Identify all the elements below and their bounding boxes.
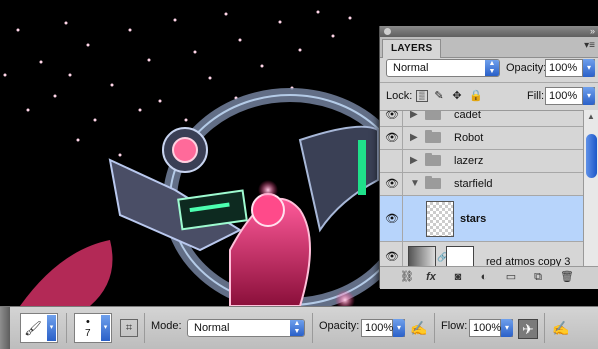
layers-list: 👁 ▶ cadet 👁 ▶ Robot ▶ lazerz 👁 ▼ starfie… <box>380 110 583 281</box>
chevron-down-icon: ▾ <box>501 319 513 337</box>
chevron-down-icon: ▾ <box>47 315 56 341</box>
layers-panel-footer: ⛓ fx ◙ ◐ ▭ ⧉ 🗑 <box>380 266 598 289</box>
eye-icon: 👁 <box>385 213 399 225</box>
layers-panel: » LAYERS ▾≡ Normal ▲ ▼ Opacity: 100% ▾ Lo… <box>379 26 598 289</box>
visibility-toggle[interactable]: 👁 <box>380 173 403 195</box>
fill-label: Fill: <box>527 90 545 102</box>
mask-icon[interactable]: ◙ <box>452 271 464 283</box>
lock-brush-icon[interactable]: ✎ <box>433 90 445 102</box>
fill-input[interactable]: 100% <box>545 87 583 105</box>
visibility-toggle[interactable]: 👁 <box>380 110 403 126</box>
flow-label: Flow: <box>441 320 468 332</box>
chevron-down-icon: ▾ <box>393 319 405 337</box>
scroll-up-icon[interactable]: ▲ <box>587 112 595 121</box>
lock-transparent-icon[interactable]: ▒ <box>416 90 428 102</box>
divider <box>312 313 313 343</box>
pressure-size-icon[interactable]: ✍ <box>552 319 570 337</box>
expand-triangle-icon[interactable]: ▶ <box>410 132 418 143</box>
layer-row-lazerz[interactable]: ▶ lazerz <box>380 150 583 173</box>
lock-all-icon[interactable]: 🔒 <box>469 90 483 102</box>
chevron-down-icon: ▾ <box>583 59 595 77</box>
layer-row-robot[interactable]: 👁 ▶ Robot <box>380 127 583 150</box>
new-layer-icon[interactable]: ⧉ <box>532 271 544 283</box>
tab-layers[interactable]: LAYERS <box>382 39 442 58</box>
chevron-updown-icon: ▲ ▼ <box>485 60 499 76</box>
brush-panel-toggle-icon[interactable]: ⌗ <box>120 319 138 337</box>
layer-name: starfield <box>454 178 493 190</box>
panel-menu-icon[interactable]: ▾≡ <box>584 40 595 51</box>
opacity-dropdown[interactable]: ▾ <box>393 319 405 337</box>
divider <box>434 313 435 343</box>
layer-row-stars[interactable]: 👁 stars <box>380 196 583 242</box>
mode-select[interactable]: Normal ▲ ▼ <box>187 319 305 337</box>
folder-icon[interactable]: ▭ <box>505 271 517 283</box>
options-bar-grip[interactable] <box>0 307 10 349</box>
divider <box>544 313 545 343</box>
scroll-thumb[interactable] <box>586 134 597 178</box>
close-icon[interactable] <box>384 28 391 35</box>
visibility-toggle[interactable]: 👁 <box>380 196 403 242</box>
adjustment-icon[interactable]: ◐ <box>478 271 490 283</box>
lock-label: Lock: <box>386 90 413 102</box>
brush-preset-picker[interactable]: • 7 ▾ <box>74 313 112 343</box>
folder-icon <box>425 130 441 143</box>
tool-preset-picker[interactable]: 🖌 ▾ <box>20 313 58 343</box>
flow-dropdown[interactable]: ▾ <box>501 319 513 337</box>
opacity-input[interactable]: 100% <box>545 59 583 77</box>
expand-triangle-icon[interactable]: ▶ <box>410 111 418 120</box>
divider <box>380 82 598 83</box>
layer-thumbnail[interactable] <box>426 201 454 237</box>
layer-row-cadet[interactable]: 👁 ▶ cadet <box>380 110 583 127</box>
opacity-label: Opacity: <box>319 320 360 332</box>
eye-icon: 👁 <box>385 251 399 263</box>
collapse-triangle-icon[interactable]: ▼ <box>410 178 420 189</box>
divider <box>66 313 67 343</box>
layers-scrollbar[interactable]: ▲ <box>583 110 598 280</box>
visibility-toggle[interactable] <box>380 150 403 172</box>
folder-icon <box>425 153 441 166</box>
tool-options-bar: 🖌 ▾ • 7 ▾ ⌗ Mode: Normal ▲ ▼ Opacity: 100… <box>0 306 598 349</box>
chevron-down-icon: ▾ <box>583 87 595 105</box>
chevron-down-icon: ▾ <box>101 315 110 341</box>
brush-icon: 🖌 <box>24 320 42 336</box>
opacity-input[interactable]: 100% <box>361 319 393 337</box>
brush-tip-icon: • <box>86 316 90 328</box>
chevron-updown-icon: ▲ ▼ <box>290 320 304 336</box>
panel-tabbar: LAYERS ▾≡ <box>380 37 598 58</box>
link-icon[interactable]: ⛓ <box>400 271 414 283</box>
opacity-label: Opacity: <box>506 62 547 74</box>
lock-move-icon[interactable]: ✥ <box>451 90 463 102</box>
panel-titlebar[interactable]: » <box>380 26 598 37</box>
fx-icon[interactable]: fx <box>425 271 437 283</box>
brush-size-value: 7 <box>85 328 91 339</box>
airbrush-icon[interactable]: ✈ <box>518 319 538 339</box>
visibility-toggle[interactable]: 👁 <box>380 127 403 149</box>
layer-name: lazerz <box>454 155 484 167</box>
expand-triangle-icon[interactable]: ▶ <box>410 155 418 166</box>
mode-value: Normal <box>194 322 230 334</box>
trash-icon[interactable]: 🗑 <box>560 271 574 283</box>
blend-mode-value: Normal <box>393 62 429 74</box>
blend-mode-select[interactable]: Normal ▲ ▼ <box>386 59 500 77</box>
mode-label: Mode: <box>151 320 182 332</box>
folder-icon <box>425 176 441 189</box>
layer-name: stars <box>460 213 487 225</box>
layer-name: Robot <box>454 132 484 144</box>
opacity-dropdown[interactable]: ▾ <box>583 59 595 77</box>
folder-icon <box>425 111 441 120</box>
flow-input[interactable]: 100% <box>469 319 501 337</box>
eye-icon: 👁 <box>385 178 399 190</box>
collapse-icon[interactable]: » <box>590 27 595 36</box>
layer-row-starfield[interactable]: 👁 ▼ starfield <box>380 173 583 196</box>
pressure-opacity-icon[interactable]: ✍ <box>410 319 428 337</box>
layer-name: cadet <box>454 110 481 121</box>
eye-icon: 👁 <box>385 110 399 121</box>
eye-icon: 👁 <box>385 132 399 144</box>
divider <box>144 313 145 343</box>
fill-dropdown[interactable]: ▾ <box>583 87 595 105</box>
